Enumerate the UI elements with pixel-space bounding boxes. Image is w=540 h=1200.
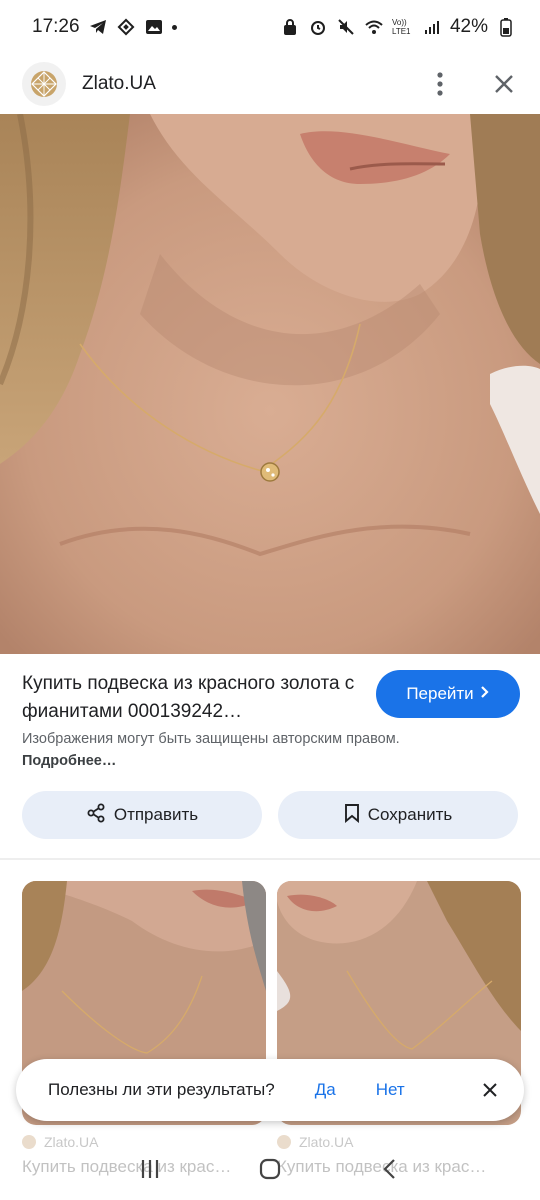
viewer-header: Zlato.UA [0,54,540,114]
feedback-no-button[interactable]: Нет [376,1080,405,1100]
close-icon[interactable] [490,70,518,98]
visit-button[interactable]: Перейти [376,670,520,718]
more-info-link[interactable]: Подробнее… [22,753,116,769]
save-label: Сохранить [367,805,453,824]
binance-icon [116,17,136,37]
chevron-right-icon [480,684,490,704]
copyright-text: Изображения могут быть защищены авторски… [22,731,400,747]
network-label: Vo)) LTE1 [391,18,411,36]
site-name[interactable]: Zlato.UA [82,73,156,95]
visit-label: Перейти [406,684,474,703]
alarm-lock-icon [280,17,300,37]
wifi-icon [364,17,384,37]
alarm-icon [308,17,328,37]
signal-icon [422,17,442,37]
back-icon[interactable] [370,1149,410,1189]
result-title[interactable]: Купить подвеска из красного золота с фиа… [22,670,362,726]
site-logo-icon[interactable] [22,62,66,106]
gallery-icon [144,17,164,37]
feedback-question: Полезны ли эти результаты? [48,1080,275,1099]
status-bar: 17:26 Vo)) LTE1 42% [0,0,540,54]
divider [0,858,540,860]
recent-apps-icon[interactable] [130,1149,170,1189]
result-image[interactable] [0,114,540,654]
home-icon[interactable] [250,1149,290,1189]
feedback-yes-button[interactable]: Да [315,1080,336,1100]
bookmark-icon [344,803,360,828]
close-icon[interactable] [478,1078,502,1102]
status-time: 17:26 [32,16,80,37]
share-button[interactable]: Отправить [22,791,262,839]
mute-icon [336,17,356,37]
battery-percent: 42% [449,16,488,37]
notification-dot-icon [171,24,177,30]
telegram-icon [88,17,108,37]
save-button[interactable]: Сохранить [278,791,518,839]
share-icon [86,803,106,828]
battery-icon [496,17,516,37]
more-vert-icon[interactable] [426,70,454,98]
feedback-prompt: Полезны ли эти результаты? Да Нет [16,1059,524,1121]
copyright-notice: Изображения могут быть защищены авторски… [22,728,402,772]
navigation-bar [0,1146,540,1192]
share-label: Отправить [113,805,199,824]
